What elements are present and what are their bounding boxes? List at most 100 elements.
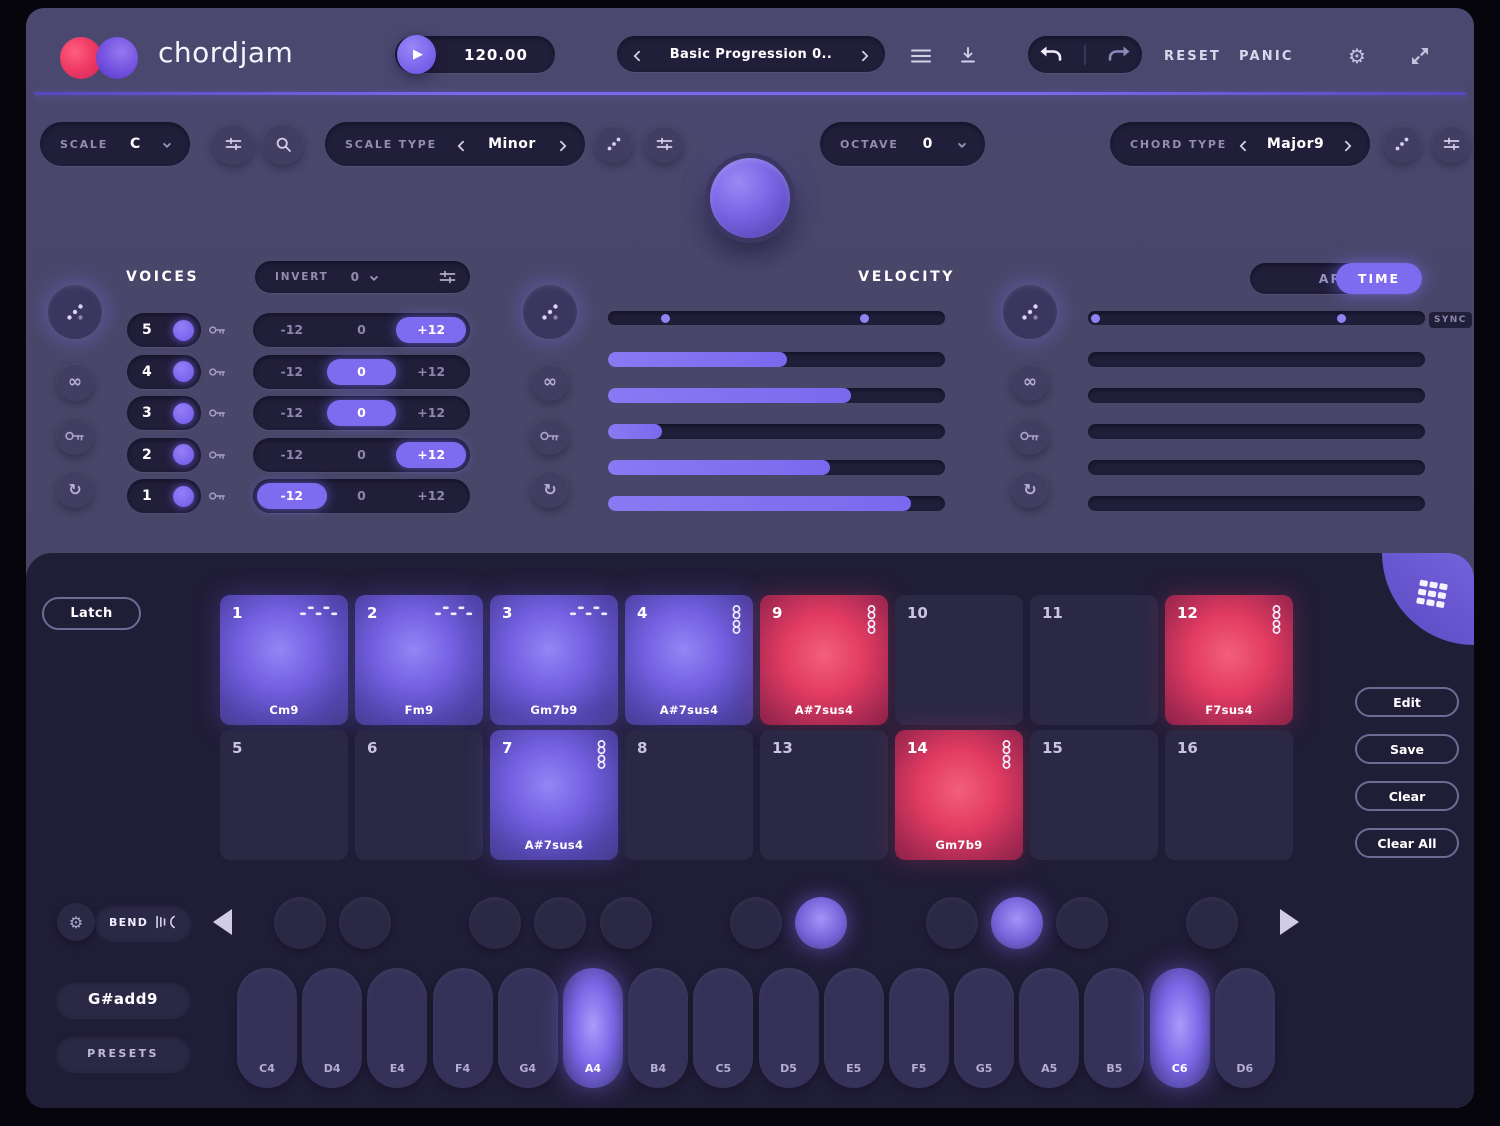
- keyboard-scroll-left-button[interactable]: [213, 909, 232, 935]
- key-icon[interactable]: [208, 490, 227, 502]
- piano-key-A5[interactable]: A5: [1019, 968, 1079, 1088]
- velocity-bar-5[interactable]: [608, 496, 945, 511]
- black-key-after-D5[interactable]: [795, 897, 847, 949]
- offset-option-plus12[interactable]: +12: [396, 442, 466, 468]
- timing-bar-5[interactable]: [1088, 496, 1425, 511]
- black-key-after-F4[interactable]: [469, 897, 521, 949]
- scale-detect-button[interactable]: [262, 123, 304, 165]
- chord-pad-7[interactable]: 7 A#7sus4: [490, 730, 618, 860]
- range-handle[interactable]: [860, 314, 869, 323]
- piano-key-F5[interactable]: F5: [889, 968, 949, 1088]
- chord-pad-16[interactable]: 16: [1165, 730, 1293, 860]
- velocity-lock-button[interactable]: [531, 417, 569, 455]
- bend-toggle[interactable]: BEND: [95, 903, 192, 941]
- latch-button[interactable]: Latch: [42, 597, 141, 630]
- chord-pad-9[interactable]: 9 A#7sus4: [760, 595, 888, 725]
- chord-sliders-button[interactable]: [1432, 125, 1470, 163]
- preset-name[interactable]: Basic Progression 0..: [670, 47, 832, 62]
- black-key-after-A5[interactable]: [1056, 897, 1108, 949]
- offset-option-zero[interactable]: 0: [327, 317, 397, 343]
- timing-bar-4[interactable]: [1088, 460, 1425, 475]
- offset-option-plus12[interactable]: +12: [396, 317, 466, 343]
- offset-option-zero[interactable]: 0: [327, 442, 397, 468]
- chord-type-next-button[interactable]: [1342, 135, 1350, 154]
- piano-key-D6[interactable]: D6: [1215, 968, 1275, 1088]
- scale-random-button[interactable]: [595, 125, 633, 163]
- time-option[interactable]: TIME: [1336, 263, 1422, 294]
- voice-toggle[interactable]: 4: [127, 355, 201, 389]
- timing-random-button[interactable]: [1003, 285, 1057, 339]
- black-key-after-G5[interactable]: [991, 897, 1043, 949]
- timing-lock-button[interactable]: [1011, 417, 1049, 455]
- settings-button[interactable]: ⚙: [1348, 44, 1366, 68]
- offset-option-minus12[interactable]: -12: [257, 442, 327, 468]
- piano-key-E4[interactable]: E4: [367, 968, 427, 1088]
- chord-pad-13[interactable]: 13: [760, 730, 888, 860]
- save-preset-button[interactable]: [958, 45, 978, 69]
- chord-pad-6[interactable]: 6: [355, 730, 483, 860]
- octave-selector[interactable]: OCTAVE 0: [820, 122, 985, 166]
- piano-key-E5[interactable]: E5: [824, 968, 884, 1088]
- range-handle[interactable]: [661, 314, 670, 323]
- voice-on-indicator[interactable]: [173, 361, 194, 382]
- velocity-random-button[interactable]: [523, 285, 577, 339]
- preset-next-button[interactable]: [859, 45, 867, 64]
- voice-toggle[interactable]: 2: [127, 438, 201, 472]
- pad-action-edit-button[interactable]: Edit: [1355, 687, 1459, 717]
- piano-key-F4[interactable]: F4: [433, 968, 493, 1088]
- timing-bar-2[interactable]: [1088, 388, 1425, 403]
- offset-option-zero[interactable]: 0: [327, 359, 397, 385]
- voice-toggle[interactable]: 3: [127, 396, 201, 430]
- chord-pad-12[interactable]: 12 F7sus4: [1165, 595, 1293, 725]
- piano-key-G4[interactable]: G4: [498, 968, 558, 1088]
- pad-action-save-button[interactable]: Save: [1355, 734, 1459, 764]
- scale-type-prev-button[interactable]: [459, 135, 467, 154]
- invert-selector[interactable]: INVERT 0: [255, 261, 470, 293]
- bpm-value[interactable]: 120.00: [441, 46, 551, 64]
- velocity-bar-4[interactable]: [608, 460, 945, 475]
- range-handle[interactable]: [1337, 314, 1346, 323]
- piano-key-B5[interactable]: B5: [1084, 968, 1144, 1088]
- offset-option-plus12[interactable]: +12: [396, 483, 466, 509]
- offset-option-minus12[interactable]: -12: [257, 400, 327, 426]
- offset-option-plus12[interactable]: +12: [396, 359, 466, 385]
- scale-sliders-button[interactable]: [212, 123, 254, 165]
- black-key-after-F5[interactable]: [926, 897, 978, 949]
- key-icon[interactable]: [208, 407, 227, 419]
- chord-type-prev-button[interactable]: [1241, 135, 1249, 154]
- offset-option-zero[interactable]: 0: [327, 483, 397, 509]
- velocity-bar-1[interactable]: [608, 352, 945, 367]
- offset-option-zero[interactable]: 0: [327, 400, 397, 426]
- piano-key-C4[interactable]: C4: [237, 968, 297, 1088]
- black-key-after-G4[interactable]: [534, 897, 586, 949]
- black-key-after-C4[interactable]: [274, 897, 326, 949]
- piano-key-G5[interactable]: G5: [954, 968, 1014, 1088]
- key-icon[interactable]: [208, 324, 227, 336]
- chord-pad-11[interactable]: 11: [1030, 595, 1158, 725]
- chord-random-button[interactable]: [1383, 125, 1421, 163]
- velocity-bar-2[interactable]: [608, 388, 945, 403]
- chord-pad-3[interactable]: 3 Gm7b9: [490, 595, 618, 725]
- offset-option-minus12[interactable]: -12: [257, 359, 327, 385]
- keyboard-settings-button[interactable]: ⚙: [57, 903, 95, 941]
- velocity-infinity-button[interactable]: ∞: [531, 363, 569, 401]
- preset-prev-button[interactable]: [635, 45, 643, 64]
- chord-pad-1[interactable]: 1 Cm9: [220, 595, 348, 725]
- chord-pad-2[interactable]: 2 Fm9: [355, 595, 483, 725]
- chord-pad-10[interactable]: 10: [895, 595, 1023, 725]
- chord-pad-8[interactable]: 8: [625, 730, 753, 860]
- resize-button[interactable]: [1410, 46, 1430, 70]
- piano-key-A4[interactable]: A4: [563, 968, 623, 1088]
- range-handle[interactable]: [1091, 314, 1100, 323]
- piano-key-C5[interactable]: C5: [693, 968, 753, 1088]
- black-key-after-A4[interactable]: [600, 897, 652, 949]
- velocity-range-slider[interactable]: [608, 311, 945, 325]
- piano-key-C6[interactable]: C6: [1150, 968, 1210, 1088]
- voice-on-indicator[interactable]: [173, 403, 194, 424]
- chord-pad-5[interactable]: 5: [220, 730, 348, 860]
- offset-option-plus12[interactable]: +12: [396, 400, 466, 426]
- key-icon[interactable]: [208, 449, 227, 461]
- timing-bar-1[interactable]: [1088, 352, 1425, 367]
- timing-bar-3[interactable]: [1088, 424, 1425, 439]
- piano-key-D4[interactable]: D4: [302, 968, 362, 1088]
